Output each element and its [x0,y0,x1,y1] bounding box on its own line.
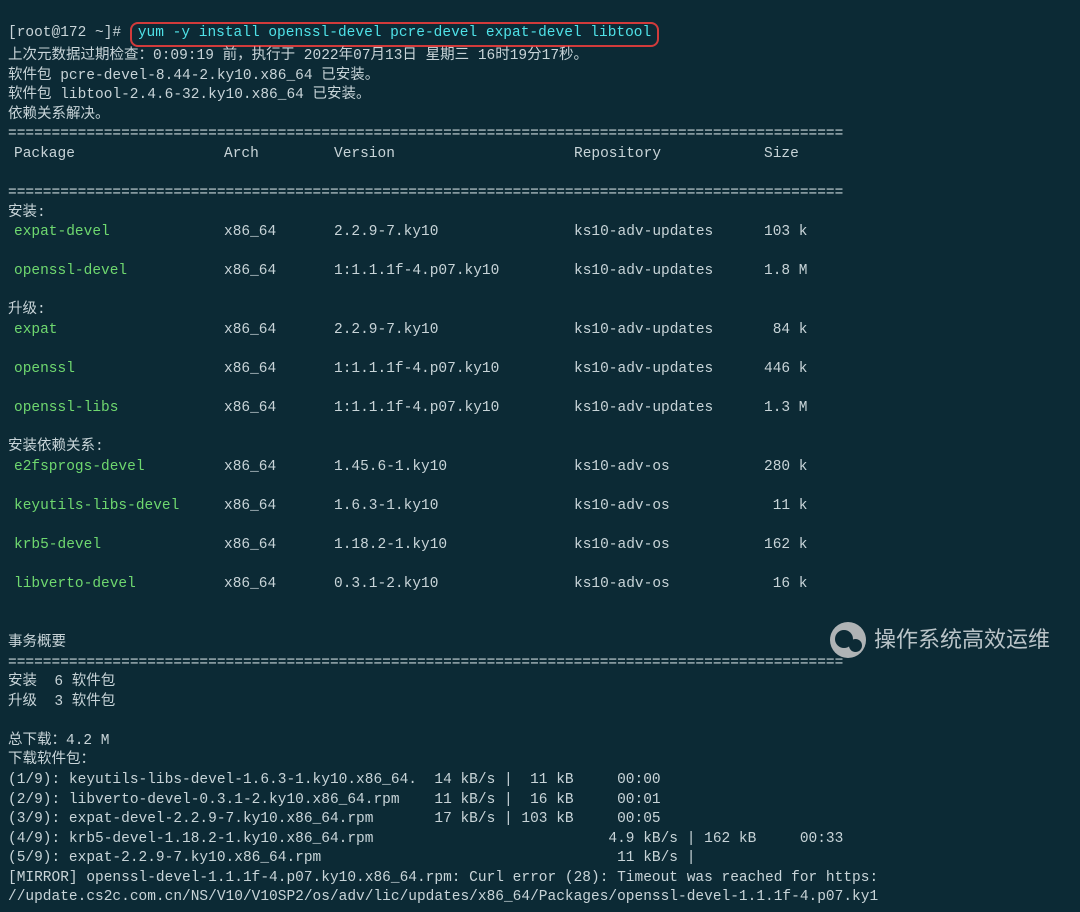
yum-command: yum -y install openssl-devel pcre-devel … [138,25,651,41]
summary-line: 安装 6 软件包 [8,674,115,690]
mirror-error-line: [MIRROR] openssl-devel-1.1.1f-4.p07.ky10… [8,870,878,886]
package-arch: x86_64 [224,458,334,478]
output-line: 软件包 pcre-devel-8.44-2.ky10.x86_64 已安装。 [8,68,379,84]
package-arch: x86_64 [224,262,334,282]
package-row: e2fsprogs-develx86_641.45.6-1.ky10ks10-a… [8,458,1072,478]
package-name: openssl-devel [8,262,224,282]
mirror-error-line: //update.cs2c.com.cn/NS/V10/V10SP2/os/ad… [8,889,878,905]
package-version: 2.2.9-7.ky10 [334,321,574,341]
package-name: e2fsprogs-devel [8,458,224,478]
package-version: 1.6.3-1.ky10 [334,497,574,517]
package-arch: x86_64 [224,399,334,419]
package-version: 1:1.1.1f-4.p07.ky10 [334,262,574,282]
package-size: 16 k [764,575,834,595]
output-line: 上次元数据过期检查：0:09:19 前，执行于 2022年07月13日 星期三 … [8,48,588,64]
package-size: 280 k [764,458,834,478]
col-arch: Arch [224,145,334,165]
package-arch: x86_64 [224,223,334,243]
package-version: 1:1.1.1f-4.p07.ky10 [334,360,574,380]
package-name: expat-devel [8,223,224,243]
terminal-output[interactable]: [root@172 ~]# yum -y install openssl-dev… [0,0,1080,912]
section-deps-label: 安装依赖关系: [8,439,104,455]
package-arch: x86_64 [224,536,334,556]
section-install-label: 安装: [8,205,46,221]
divider-line: ========================================… [8,185,843,201]
package-row: expat-develx86_642.2.9-7.ky10ks10-adv-up… [8,223,1072,243]
col-size: Size [764,145,834,165]
divider-line: ========================================… [8,126,843,142]
divider-line: ========================================… [8,655,843,671]
package-repo: ks10-adv-os [574,458,764,478]
package-size: 103 k [764,223,834,243]
package-size: 84 k [764,321,834,341]
shell-prompt: [root@172 ~]# [8,25,121,41]
package-size: 446 k [764,360,834,380]
package-arch: x86_64 [224,360,334,380]
package-version: 1.18.2-1.ky10 [334,536,574,556]
download-line: (1/9): keyutils-libs-devel-1.6.3-1.ky10.… [8,772,661,788]
download-line: (5/9): expat-2.2.9-7.ky10.x86_64.rpm 11 … [8,850,695,866]
package-row: opensslx86_641:1.1.1f-4.p07.ky10ks10-adv… [8,360,1072,380]
output-line: 依赖关系解决。 [8,107,110,123]
package-name: expat [8,321,224,341]
package-version: 1:1.1.1f-4.p07.ky10 [334,399,574,419]
package-arch: x86_64 [224,321,334,341]
output-line: 软件包 libtool-2.4.6-32.ky10.x86_64 已安装。 [8,87,371,103]
package-repo: ks10-adv-updates [574,262,764,282]
package-version: 1.45.6-1.ky10 [334,458,574,478]
package-row: keyutils-libs-develx86_641.6.3-1.ky10ks1… [8,497,1072,517]
package-repo: ks10-adv-os [574,536,764,556]
section-upgrade-label: 升级: [8,302,46,318]
package-name: openssl-libs [8,399,224,419]
package-size: 1.8 M [764,262,834,282]
download-line: (3/9): expat-devel-2.2.9-7.ky10.x86_64.r… [8,811,661,827]
package-row: openssl-libsx86_641:1.1.1f-4.p07.ky10ks1… [8,399,1072,419]
package-name: libverto-devel [8,575,224,595]
package-repo: ks10-adv-os [574,575,764,595]
table-header-row: PackageArchVersionRepositorySize [8,145,1072,165]
package-repo: ks10-adv-updates [574,399,764,419]
package-name: krb5-devel [8,536,224,556]
col-version: Version [334,145,574,165]
package-size: 11 k [764,497,834,517]
package-name: keyutils-libs-devel [8,497,224,517]
package-version: 2.2.9-7.ky10 [334,223,574,243]
package-repo: ks10-adv-os [574,497,764,517]
package-row: openssl-develx86_641:1.1.1f-4.p07.ky10ks… [8,262,1072,282]
package-arch: x86_64 [224,575,334,595]
package-row: libverto-develx86_640.3.1-2.ky10ks10-adv… [8,575,1072,595]
package-version: 0.3.1-2.ky10 [334,575,574,595]
download-line: (4/9): krb5-devel-1.18.2-1.ky10.x86_64.r… [8,831,843,847]
summary-line: 升级 3 软件包 [8,694,115,710]
col-repository: Repository [574,145,764,165]
total-download: 总下载：4.2 M [8,733,110,749]
download-title: 下载软件包： [8,752,95,768]
package-repo: ks10-adv-updates [574,360,764,380]
col-package: Package [8,145,224,165]
package-row: expatx86_642.2.9-7.ky10ks10-adv-updates … [8,321,1072,341]
download-line: (2/9): libverto-devel-0.3.1-2.ky10.x86_6… [8,792,661,808]
package-arch: x86_64 [224,497,334,517]
package-size: 162 k [764,536,834,556]
package-name: openssl [8,360,224,380]
transaction-summary-title: 事务概要 [8,635,66,651]
package-size: 1.3 M [764,399,834,419]
command-highlight-box: yum -y install openssl-devel pcre-devel … [130,22,659,48]
package-row: krb5-develx86_641.18.2-1.ky10ks10-adv-os… [8,536,1072,556]
package-repo: ks10-adv-updates [574,223,764,243]
package-repo: ks10-adv-updates [574,321,764,341]
